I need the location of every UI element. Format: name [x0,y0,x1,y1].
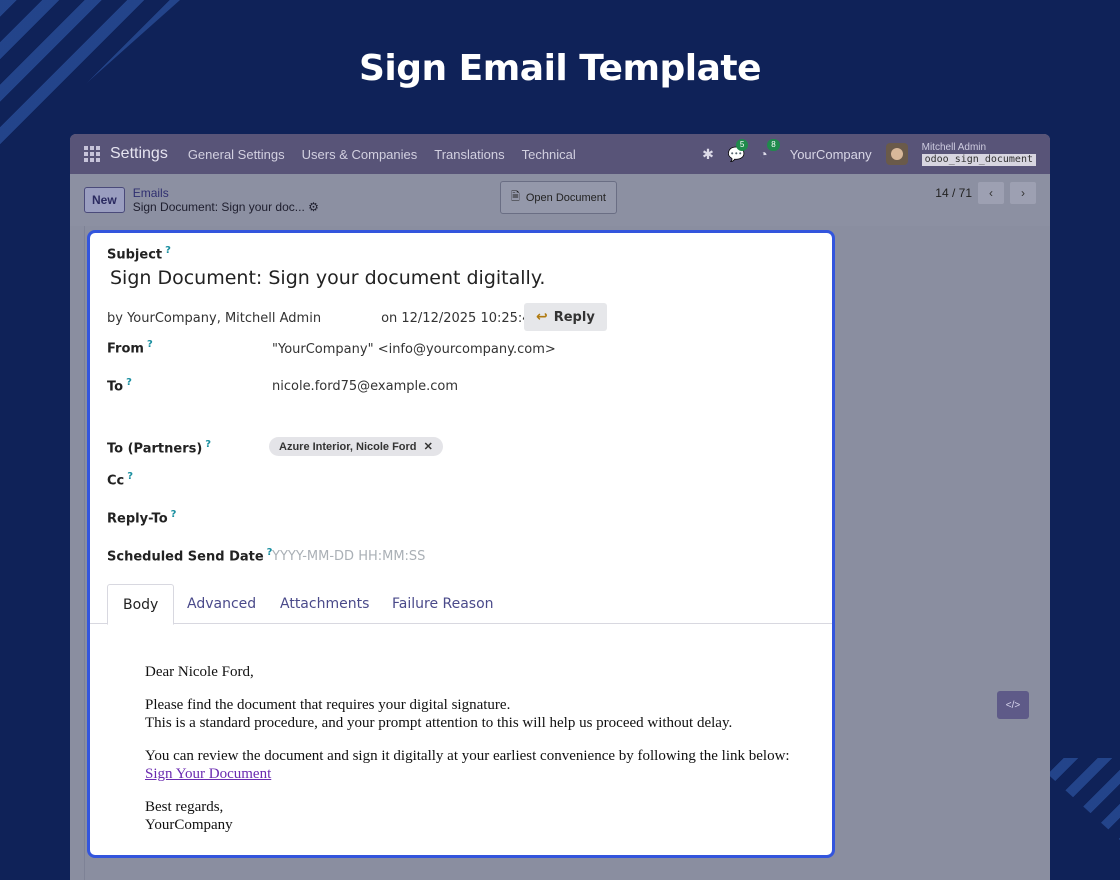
to-field[interactable]: nicole.ford75@example.com [272,379,458,394]
debug-bug-icon[interactable]: ✱ [702,146,714,163]
authors[interactable]: YourCompany, Mitchell Admin [127,311,321,326]
messages-badge: 5 [735,138,749,151]
open-document-button[interactable]: 🗎 Open Document [500,181,617,214]
help-icon[interactable]: ? [147,339,153,350]
breadcrumb-parent[interactable]: Emails [133,186,319,200]
email-form-highlight: Subject? Sign Document: Sign your docume… [87,230,835,858]
email-body[interactable]: Dear Nicole Ford, Please find the docume… [145,663,832,849]
database-name: odoo_sign_document [921,154,1036,166]
help-icon[interactable]: ? [165,245,171,256]
top-navbar: Settings General Settings Users & Compan… [70,134,1050,174]
pager-previous-icon[interactable]: ‹ [978,182,1004,204]
help-icon[interactable]: ? [205,439,211,450]
activities-badge: 8 [767,139,780,151]
breadcrumb: Emails Sign Document: Sign your doc... ⚙ [133,186,319,214]
sign-document-link[interactable]: Sign Your Document [145,766,271,782]
help-icon[interactable]: ? [127,471,133,482]
body-closing: Best regards, YourCompany [145,799,233,833]
breadcrumb-current: Sign Document: Sign your doc... ⚙ [133,200,319,214]
open-document-label: Open Document [525,191,606,204]
company-switcher[interactable]: YourCompany [790,147,872,162]
reply-to-label: Reply-To? [107,509,177,527]
to-label: To? [107,377,132,395]
activities-clock-icon[interactable]: ◔ 8 [759,139,780,162]
pager-value: 14 / 71 [935,186,972,200]
email-date: on 12/12/2025 10:25:43 [381,311,539,326]
pager-next-icon[interactable]: › [1010,182,1036,204]
menu-users-companies[interactable]: Users & Companies [302,147,418,162]
author-row: by YourCompany, Mitchell Admin on 12/12/… [107,311,539,326]
subject-label: Subject? [107,245,171,263]
tab-body[interactable]: Body [107,584,175,625]
notebook-tabs: Body Advanced Attachments Failure Reason [90,584,832,625]
pager: 14 / 71 ‹ › [935,182,1036,204]
scheduled-send-date-input[interactable]: YYYY-MM-DD HH:MM:SS [272,549,425,564]
tab-failure-reason[interactable]: Failure Reason [392,584,494,624]
remove-tag-icon[interactable]: ✕ [424,441,433,453]
reply-label: Reply [553,309,595,325]
breadcrumb-current-label: Sign Document: Sign your doc... [132,200,305,214]
messages-icon[interactable]: 💬 5 [728,138,749,163]
help-icon[interactable]: ? [171,509,177,520]
new-button[interactable]: New [84,187,125,213]
tab-attachments[interactable]: Attachments [280,584,369,624]
cc-label: Cc? [107,471,134,489]
menu-translations[interactable]: Translations [434,147,504,162]
subject-value[interactable]: Sign Document: Sign your document digita… [110,267,545,289]
body-paragraph-1: Please find the document that requires y… [145,697,733,731]
gear-icon[interactable]: ⚙ [308,200,319,214]
menu-technical[interactable]: Technical [522,147,576,162]
user-menu[interactable]: Mitchell Admin odoo_sign_document [921,142,1036,166]
from-field[interactable]: "YourCompany" <info@yourcompany.com> [272,342,556,357]
reply-arrow-icon: ↩ [536,309,548,325]
page-title: Sign Email Template [358,48,762,89]
body-paragraph-2: You can review the document and sign it … [145,748,790,782]
scheduled-send-date-label: Scheduled Send Date? [107,547,273,565]
reply-button[interactable]: ↩ Reply [524,303,607,331]
code-view-icon[interactable]: </> [997,691,1029,719]
user-avatar[interactable] [885,143,908,165]
body-greeting: Dear Nicole Ford, [145,664,254,680]
to-partners-label: To (Partners)? [107,439,212,457]
document-icon: 🗎 [511,191,520,203]
menu-general-settings[interactable]: General Settings [188,147,285,162]
help-icon[interactable]: ? [126,377,132,388]
partner-tag: Azure Interior, Nicole Ford ✕ [269,437,443,456]
nav-brand[interactable]: Settings [110,145,168,163]
tab-advanced[interactable]: Advanced [187,584,256,624]
partner-tag-label: Azure Interior, Nicole Ford [279,441,417,453]
user-name: Mitchell Admin [921,142,987,153]
control-panel: New Emails Sign Document: Sign your doc.… [70,174,1050,226]
from-label: From? [107,339,153,357]
apps-grid-icon[interactable] [84,146,100,162]
by-prefix: by [107,311,123,326]
